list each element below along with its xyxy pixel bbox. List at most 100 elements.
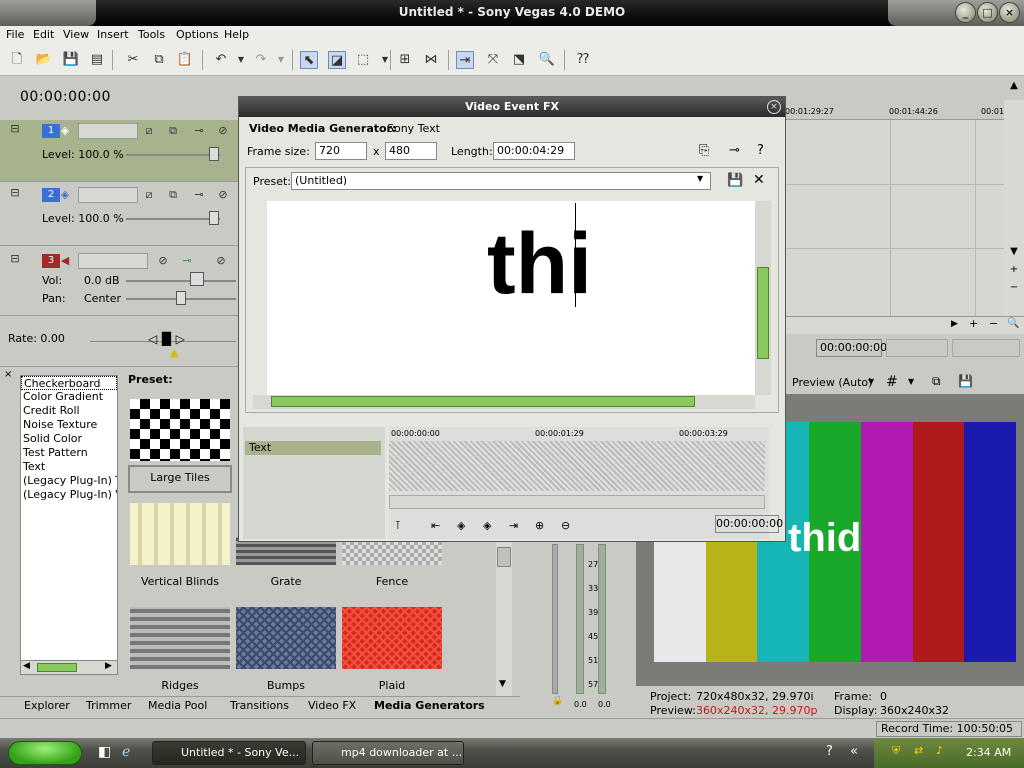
fx-icon[interactable]: ⧄ (142, 188, 156, 202)
help-pointer-icon[interactable]: ⁇ (574, 51, 592, 69)
mute-icon[interactable]: ⊸ (192, 124, 206, 138)
menu-options[interactable]: Options (176, 28, 218, 41)
keyframe-track-text[interactable]: Text (245, 441, 381, 455)
timeline-vertical-scrollbar[interactable]: ▲ ▼ + − (1004, 80, 1024, 316)
help-tray-icon[interactable]: ? (826, 744, 833, 759)
preset-large-tiles[interactable]: Large Tiles (128, 397, 232, 495)
list-item[interactable]: (Legacy Plug-In) Vid (21, 488, 117, 502)
first-keyframe-icon[interactable]: ⇤ (431, 519, 440, 532)
canvas-vertical-scrollbar[interactable] (755, 201, 771, 395)
add-keyframe-icon[interactable]: ⊕ (535, 519, 544, 532)
zoom-out-icon[interactable]: − (1006, 282, 1022, 296)
zoom-out-time-icon[interactable]: − (989, 317, 998, 330)
track-expand-icon[interactable]: ⊟ (8, 252, 22, 266)
generator-list[interactable]: Checkerboard Color Gradient Credit Roll … (20, 375, 118, 675)
list-item[interactable]: Text (21, 460, 117, 474)
preset-bumps[interactable]: Bumps (234, 605, 338, 703)
selection-edit-tool-icon[interactable]: ⬚ (354, 51, 372, 69)
track-expand-icon[interactable]: ⊟ (8, 122, 22, 136)
show-desktop-icon[interactable]: ◧ (98, 744, 111, 760)
overlays-dropdown-icon[interactable]: ▼ (908, 377, 914, 386)
preview-mode-dropdown[interactable]: Preview (Auto) (792, 376, 872, 389)
list-item[interactable]: (Legacy Plug-In) Tex (21, 474, 117, 488)
track-name-field[interactable] (78, 187, 138, 203)
new-icon[interactable]: 🗋 (8, 51, 26, 69)
zoom-tool-small-icon[interactable]: 🔍 (1007, 318, 1019, 329)
timeline-ruler[interactable]: 00:01:29:27 00:01:44:26 00:01 (785, 100, 1024, 120)
tab-video-fx[interactable]: Video FX (308, 699, 356, 712)
envelope-edit-tool-icon[interactable]: ◪ (328, 51, 346, 69)
auto-crossfade-icon[interactable]: ⋈ (422, 51, 440, 69)
audio-track-3[interactable]: ⊟ 3 ◀ ⊘ ⊸ ⊘ Vol: 0.0 dB Pan: Center (0, 246, 240, 316)
track-expand-icon[interactable]: ⊟ (8, 186, 22, 200)
preset-dropdown-arrow-icon[interactable]: ▼ (697, 174, 703, 183)
timeline-tracks-area[interactable] (785, 120, 1024, 316)
pan-slider[interactable] (176, 291, 186, 305)
canvas-horizontal-scrollbar[interactable] (253, 395, 755, 409)
start-button[interactable] (8, 741, 82, 765)
maximize-button[interactable]: □ (977, 2, 998, 23)
lock-icon[interactable]: 🔒 (552, 696, 563, 706)
preset-plaid[interactable]: Plaid (340, 605, 444, 703)
next-keyframe-icon[interactable]: ◈ (483, 519, 491, 532)
keyframe-timeline[interactable]: 00:00:00:00 00:00:01:29 00:00:03:29 ⊺ ⇤ … (389, 427, 783, 539)
keyframe-lock-icon[interactable]: ⊺ (395, 519, 401, 532)
save-snapshot-icon[interactable]: 💾 (958, 374, 973, 388)
video-track-1[interactable]: ⊟ 1 ◈ ⧄ ⧉ ⊸ ⊘ Level: 100.0 % (0, 120, 240, 182)
task-mp4-downloader[interactable]: mp4 downloader at ... (312, 741, 464, 765)
volume-icon[interactable]: ♪ (936, 744, 943, 757)
scroll-right-icon[interactable]: ▶ (105, 661, 112, 671)
solo-icon[interactable]: ⊘ (216, 188, 230, 202)
tab-trimmer[interactable]: Trimmer (86, 699, 131, 712)
tool-dropdown-icon[interactable]: ▼ (376, 51, 394, 69)
menu-edit[interactable]: Edit (33, 28, 54, 41)
preset-dropdown[interactable]: (Untitled) (291, 172, 711, 190)
level-slider[interactable] (209, 147, 219, 161)
timeline-horizontal-scrollbar[interactable]: ▶ + − 🔍 (785, 316, 1024, 334)
dialog-close-icon[interactable]: × (767, 100, 781, 114)
collapse-tray-icon[interactable]: « (850, 744, 858, 759)
scroll-down-icon[interactable]: ▼ (499, 679, 506, 689)
undo-dropdown-icon[interactable]: ▼ (232, 51, 250, 69)
frame-width-input[interactable]: 720 (315, 142, 367, 160)
frame-height-input[interactable]: 480 (385, 142, 437, 160)
list-horizontal-scrollbar[interactable]: ◀ ▶ (21, 660, 117, 674)
level-slider[interactable] (209, 211, 219, 225)
zoom-in-icon[interactable]: + (1006, 264, 1022, 278)
volume-slider[interactable] (190, 272, 204, 286)
network-icon[interactable]: ⇄ (914, 744, 923, 757)
redo-icon[interactable]: ↷ (252, 51, 270, 69)
menu-help[interactable]: Help (224, 28, 249, 41)
normal-edit-tool-icon[interactable]: ⬉ (300, 51, 318, 69)
scroll-up-icon[interactable]: ▲ (1006, 80, 1022, 94)
save-preset-icon[interactable]: 💾 (727, 173, 743, 188)
rate-slider[interactable]: ◁▐▌▷ (148, 332, 185, 346)
undo-icon[interactable]: ↶ (212, 51, 230, 69)
overlays-icon[interactable]: # (886, 374, 898, 390)
plugin-chain-icon[interactable]: ⎘ (699, 143, 709, 158)
length-input[interactable]: 00:00:04:29 (493, 142, 575, 160)
audio-fx-icon[interactable]: ⊘ (156, 254, 170, 268)
fx-icon[interactable]: ⧄ (142, 124, 156, 138)
lock-envelopes-icon[interactable]: ⤧ (484, 51, 502, 69)
scroll-right-icon[interactable]: ▶ (951, 319, 958, 329)
shield-icon[interactable]: ⛨ (892, 744, 900, 758)
video-track-2[interactable]: ⊟ 2 ◈ ⧄ ⧉ ⊸ ⊘ Level: 100.0 % (0, 182, 240, 246)
auto-ripple-icon[interactable]: ⇥ (456, 51, 474, 69)
list-item[interactable]: Color Gradient (21, 390, 117, 404)
close-button[interactable]: × (999, 2, 1020, 23)
preset-ridges[interactable]: Ridges (128, 605, 232, 703)
redo-dropdown-icon[interactable]: ▼ (272, 51, 290, 69)
dropdown-arrow-icon[interactable]: ▼ (868, 377, 874, 386)
last-keyframe-icon[interactable]: ⇥ (509, 519, 518, 532)
scroll-left-icon[interactable]: ◀ (23, 661, 30, 671)
menu-tools[interactable]: Tools (138, 28, 165, 41)
prev-keyframe-icon[interactable]: ◈ (457, 519, 465, 532)
solo-icon[interactable]: ⊘ (216, 124, 230, 138)
copy-snapshot-icon[interactable]: ⧉ (932, 374, 941, 389)
plugin-routing-icon[interactable]: ⊸ (729, 143, 740, 158)
properties-icon[interactable]: ▤ (88, 51, 106, 69)
preset-vertical-blinds[interactable]: Vertical Blinds (128, 501, 232, 599)
keyframe-time-field[interactable]: 00:00:00:00 (715, 515, 783, 533)
text-edit-canvas[interactable]: thi (267, 201, 755, 395)
